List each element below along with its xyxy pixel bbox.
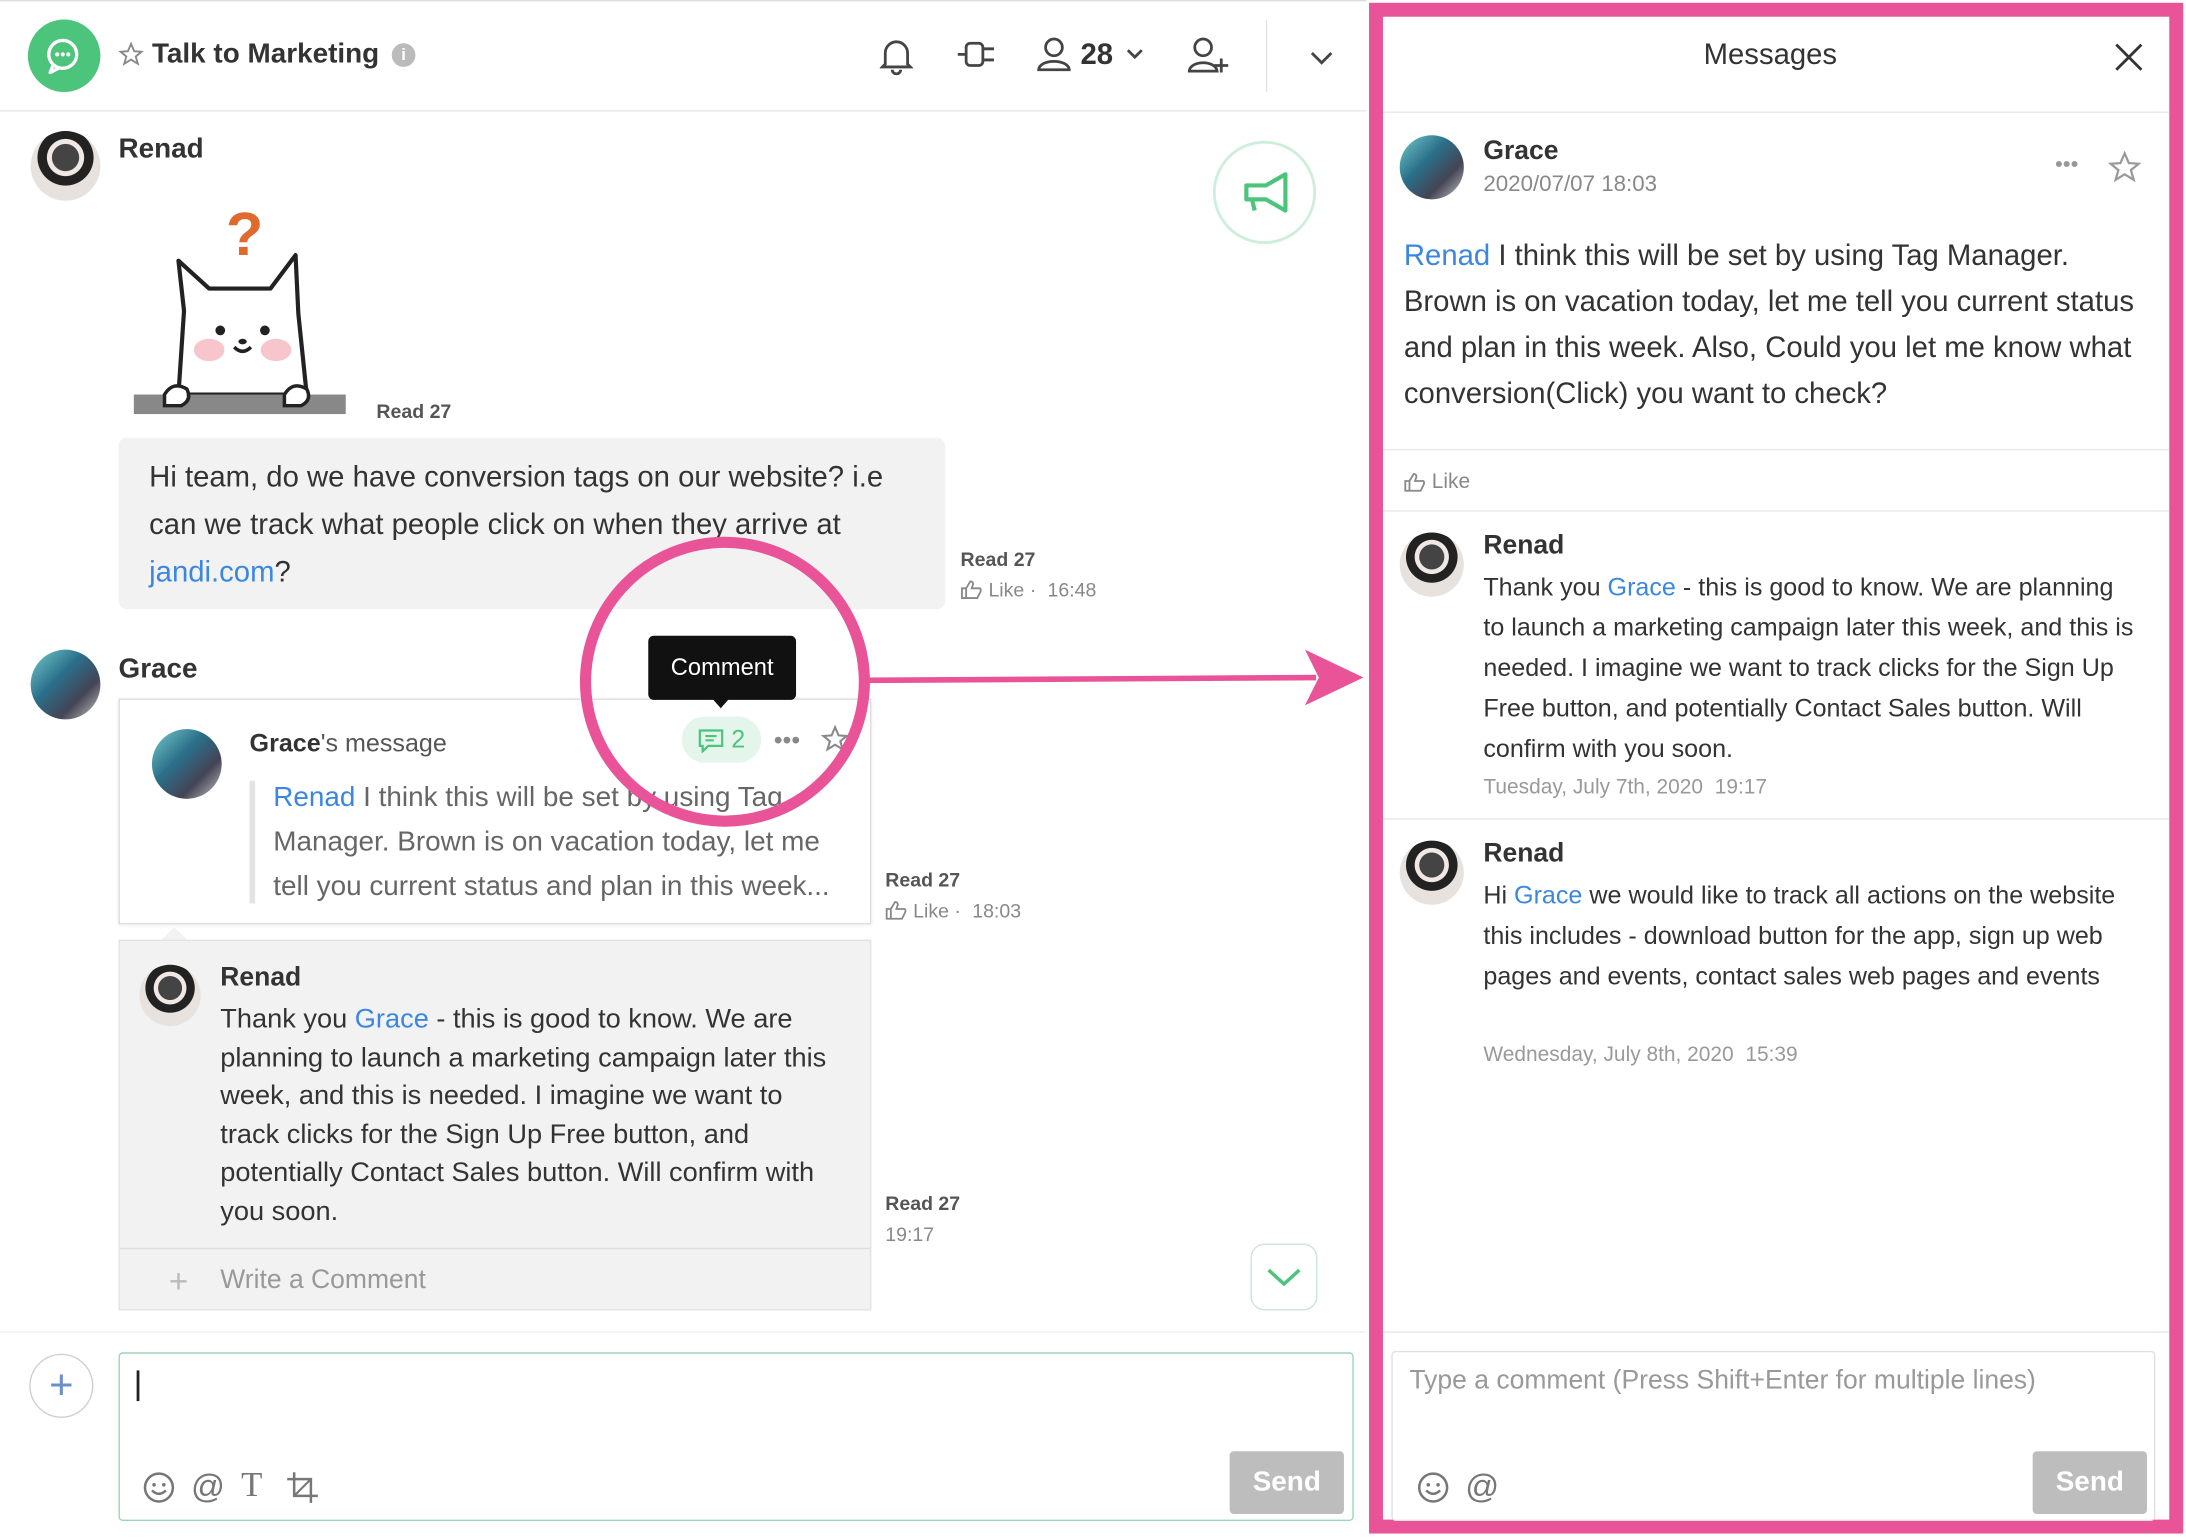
like-row: Like · 16:48 <box>961 578 1097 601</box>
author-name[interactable]: Grace <box>119 654 198 686</box>
info-icon[interactable]: i <box>391 43 416 67</box>
mention-icon[interactable]: @ <box>191 1468 225 1507</box>
avatar[interactable] <box>30 649 101 720</box>
author-name[interactable]: Renad <box>220 963 301 994</box>
plug-icon[interactable] <box>956 38 998 74</box>
panel-title: Messages <box>1703 39 1838 72</box>
comment-text: Thank you Grace - this is good to know. … <box>220 1003 827 1227</box>
star-icon[interactable] <box>2107 150 2142 184</box>
member-count[interactable]: 28 <box>1080 39 1113 72</box>
divider <box>1382 111 2170 113</box>
highlight-arrow <box>867 644 1366 711</box>
divider <box>0 1331 1367 1333</box>
author-name[interactable]: Renad <box>119 134 204 166</box>
like-icon <box>961 580 982 599</box>
thread-pointer <box>161 927 187 940</box>
comment-placeholder: Type a comment (Press Shift+Enter for mu… <box>1409 1366 2036 1396</box>
text-cursor <box>136 1370 139 1402</box>
topic-logo-icon[interactable] <box>27 19 101 93</box>
comment-text: Thank you Grace - this is good to know. … <box>1483 572 2134 763</box>
like-row: Like · 18:03 <box>885 899 1022 922</box>
post-date: 2020/07/07 18:03 <box>1483 172 1658 197</box>
shared-message-title: Grace's message <box>249 729 447 758</box>
like-row: Like <box>1404 470 1470 494</box>
more-options-icon[interactable]: ••• <box>2055 153 2078 178</box>
chevron-down-icon[interactable] <box>1125 47 1145 61</box>
avatar[interactable] <box>139 964 201 1027</box>
star-icon[interactable] <box>118 41 144 67</box>
message-time: 16:48 <box>1047 578 1097 601</box>
mention[interactable]: Grace <box>355 1004 429 1035</box>
quote-bar <box>249 780 256 904</box>
tooltip-pointer <box>711 697 731 709</box>
mention[interactable]: Renad <box>273 782 355 813</box>
scroll-down-button[interactable] <box>1250 1243 1318 1311</box>
comment-timestamp: Wednesday, July 8th, 2020 15:39 <box>1483 1042 1798 1067</box>
divider <box>1382 1331 2170 1333</box>
author-name[interactable]: Renad <box>1483 839 1564 870</box>
send-button[interactable]: Send <box>2032 1451 2147 1515</box>
like-button[interactable]: Like <box>913 899 949 921</box>
mention[interactable]: Grace <box>1514 881 1582 909</box>
close-icon[interactable] <box>2114 42 2145 73</box>
collapse-chevron-icon[interactable] <box>1309 50 1334 67</box>
write-comment-button[interactable]: Write a Comment <box>220 1266 426 1297</box>
read-count[interactable]: Read 27 <box>376 400 451 422</box>
comment-timestamp: Tuesday, July 7th, 2020 19:17 <box>1483 775 1768 799</box>
emoji-icon[interactable] <box>142 1471 175 1504</box>
mention[interactable]: Grace <box>1608 573 1676 601</box>
attach-plus-button[interactable]: + <box>29 1353 94 1418</box>
divider <box>1382 510 2170 512</box>
text-format-icon[interactable]: T <box>241 1467 262 1506</box>
invite-member-icon[interactable] <box>1187 36 1230 75</box>
avatar[interactable] <box>1399 135 1464 200</box>
read-count[interactable]: Read 27 <box>961 548 1036 570</box>
send-button[interactable]: Send <box>1229 1451 1344 1515</box>
author-name[interactable]: Renad <box>1483 531 1564 562</box>
comment-tooltip: Comment <box>648 635 797 700</box>
read-count[interactable]: Read 27 <box>885 869 960 891</box>
plus-icon[interactable]: + <box>169 1263 189 1302</box>
avatar[interactable] <box>1399 532 1464 597</box>
like-icon <box>885 901 907 920</box>
chevron-down-icon <box>1267 1268 1301 1287</box>
header-divider <box>1265 19 1268 93</box>
like-button[interactable]: Like <box>1432 470 1470 494</box>
like-button[interactable]: Like <box>988 579 1024 601</box>
message-time: 18:03 <box>972 899 1022 922</box>
post-text: Renad I think this will be set by using … <box>1403 239 2135 410</box>
comment-text: Hi Grace we would like to track all acti… <box>1483 881 2116 990</box>
link[interactable]: jandi.com <box>149 556 274 588</box>
crop-icon[interactable] <box>286 1471 319 1504</box>
members-icon[interactable] <box>1037 36 1071 72</box>
topic-title: Talk to Marketing <box>151 39 380 70</box>
message-time: 19:17 <box>885 1222 935 1245</box>
announcement-megaphone-icon[interactable] <box>1212 140 1317 244</box>
divider <box>1382 818 2170 820</box>
mention[interactable]: Renad <box>1404 240 1490 272</box>
mention-icon[interactable]: @ <box>1465 1468 1499 1507</box>
avatar[interactable] <box>1399 840 1464 905</box>
read-count[interactable]: Read 27 <box>885 1192 960 1214</box>
bell-icon[interactable] <box>879 36 914 76</box>
author-name[interactable]: Grace <box>1483 137 1558 168</box>
cat-sticker[interactable]: ? <box>131 202 354 419</box>
divider <box>1382 448 2170 451</box>
like-icon <box>1404 472 1426 491</box>
svg-text:?: ? <box>226 202 263 268</box>
avatar[interactable] <box>30 131 101 201</box>
divider <box>119 1247 870 1250</box>
avatar[interactable] <box>151 729 222 799</box>
emoji-icon[interactable] <box>1416 1471 1449 1504</box>
